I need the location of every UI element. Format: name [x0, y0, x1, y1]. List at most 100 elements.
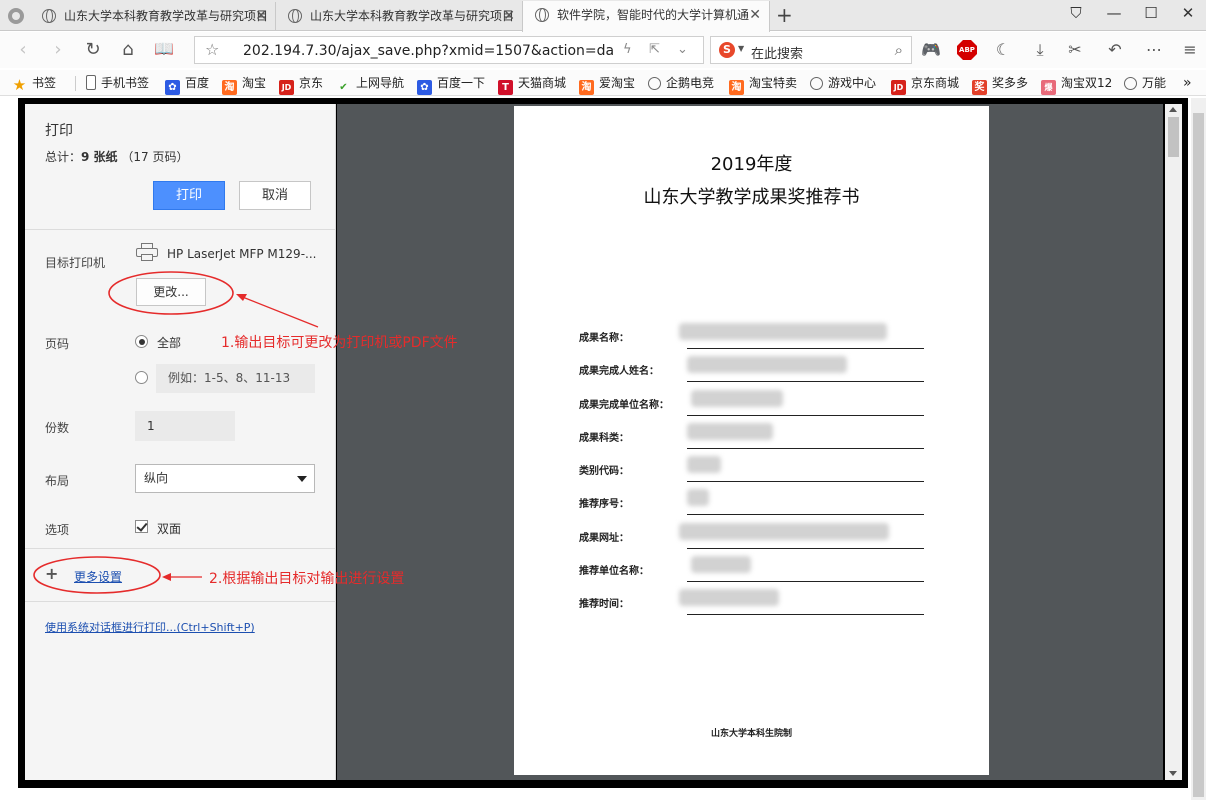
globe-icon: [42, 9, 56, 23]
scroll-thumb[interactable]: [1193, 113, 1204, 797]
bookmark-item[interactable]: 淘淘宝: [222, 74, 266, 95]
menu-icon[interactable]: ≡: [1179, 40, 1201, 59]
taobao-icon: 淘: [222, 80, 237, 95]
adblock-icon[interactable]: ABP: [957, 40, 977, 60]
chevron-down-icon: [297, 476, 307, 482]
share-icon[interactable]: ⇱: [649, 42, 660, 57]
layout-select[interactable]: 纵向: [135, 464, 315, 493]
back-icon[interactable]: ‹: [12, 39, 34, 60]
maximize-icon[interactable]: ☐: [1141, 4, 1161, 22]
preview-scrollbar[interactable]: [1165, 104, 1182, 780]
game-controller-icon[interactable]: 🎮: [920, 40, 942, 59]
page-scrollbar[interactable]: [1191, 98, 1206, 800]
divider: [25, 548, 336, 549]
bookmark-item[interactable]: ✿ 百度: [165, 74, 209, 95]
more-icon[interactable]: ⋯: [1143, 40, 1165, 59]
annotation-note-1: 1.输出目标可更改为打印机或PDF文件: [221, 335, 458, 351]
double12-icon: 爆: [1041, 80, 1056, 95]
bookmark-item[interactable]: 淘爱淘宝: [579, 74, 635, 95]
duplex-label: 双面: [157, 522, 182, 536]
divider: [75, 76, 76, 91]
globe-icon: [810, 77, 823, 90]
close-icon[interactable]: ✕: [255, 2, 267, 31]
more-settings-link[interactable]: 更多设置: [74, 568, 122, 585]
document-title: 山东大学教学成果奖推荐书: [643, 187, 860, 208]
copies-input[interactable]: 1: [135, 411, 235, 441]
minimize-icon[interactable]: —: [1104, 4, 1124, 22]
annotation-note-2: 2.根据输出目标对输出进行设置: [209, 571, 405, 587]
pages-custom-input[interactable]: 例如：1-5、8、11-13: [156, 364, 315, 393]
pages-all-radio[interactable]: [135, 335, 148, 348]
baidu-icon: ✿: [417, 80, 432, 95]
browser-logo-icon[interactable]: [8, 8, 24, 24]
form-field-row: 成果名称：: [579, 323, 924, 349]
redacted-value: [679, 589, 779, 606]
bookmark-item[interactable]: 企鹅电竞: [648, 74, 714, 92]
form-field-row: 成果科类：: [579, 423, 924, 449]
phone-icon: [86, 75, 96, 90]
scroll-down-icon[interactable]: [1169, 771, 1177, 776]
window-close-icon[interactable]: ✕: [1178, 4, 1198, 22]
hao123-icon: ✔: [339, 82, 348, 93]
night-mode-icon[interactable]: ☾: [992, 40, 1014, 59]
flash-icon[interactable]: ϟ: [623, 42, 632, 57]
home-icon[interactable]: ⌂: [117, 39, 139, 60]
form-field-row: 成果网址：: [579, 523, 924, 549]
bookmark-folder[interactable]: ★ 书签: [12, 74, 56, 93]
new-tab-icon[interactable]: +: [776, 3, 793, 27]
close-icon[interactable]: ✕: [503, 2, 515, 31]
bookmark-item[interactable]: T 天猫商城: [498, 74, 566, 95]
redacted-value: [687, 456, 721, 473]
form-field-row: 类别代码：: [579, 456, 924, 482]
bookmark-item[interactable]: 万能: [1124, 74, 1166, 92]
scroll-thumb[interactable]: [1168, 117, 1179, 157]
bookmark-item[interactable]: 淘淘宝特卖: [729, 74, 797, 95]
navigation-bar: ‹ › ↻ ⌂ 📖 ☆ 202.194.7.30/ajax_save.php?x…: [0, 32, 1206, 68]
scissors-icon[interactable]: ✂: [1064, 40, 1086, 59]
search-engine-logo-icon[interactable]: S: [719, 42, 735, 58]
scroll-up-icon[interactable]: [1169, 107, 1177, 112]
document-year: 2019年度: [710, 154, 793, 175]
print-button[interactable]: 打印: [153, 181, 225, 210]
tab-2[interactable]: 山东大学本科教育教学改革与研究项目 ✕: [276, 2, 524, 31]
address-bar[interactable]: ☆ 202.194.7.30/ajax_save.php?xmid=1507&a…: [194, 36, 704, 64]
bookmark-item[interactable]: 爆淘宝双12: [1041, 74, 1112, 95]
reading-icon[interactable]: 📖: [153, 39, 175, 58]
close-icon[interactable]: ✕: [749, 1, 761, 30]
bookmark-item[interactable]: 游戏中心: [810, 74, 876, 92]
cancel-button[interactable]: 取消: [239, 181, 311, 210]
search-input[interactable]: 在此搜索: [751, 43, 803, 62]
pages-custom-radio[interactable]: [135, 371, 148, 384]
redacted-value: [679, 523, 889, 540]
print-settings-panel: 打印 总计：9 张纸 （17 页码） 打印 取消 目标打印机 HP LaserJ…: [25, 104, 336, 780]
taobao-icon: 淘: [729, 80, 744, 95]
download-icon[interactable]: ⤓: [1029, 40, 1051, 60]
bookmark-item[interactable]: ✔ 上网导航: [336, 74, 404, 93]
tab-3-active[interactable]: 软件学院，智能时代的大学计算机通 ✕: [522, 1, 770, 32]
search-icon[interactable]: ⌕: [895, 41, 903, 59]
chevron-down-icon[interactable]: ⌄: [677, 42, 688, 57]
tab-title: 山东大学本科教育教学改革与研究项目: [310, 9, 515, 23]
bookmark-star-icon[interactable]: ☆: [205, 40, 219, 59]
sheet-count: 9 张纸: [81, 150, 118, 164]
change-destination-button[interactable]: 更改...: [136, 278, 206, 306]
plus-icon[interactable]: +: [45, 564, 58, 583]
bookmarks-overflow-icon[interactable]: »: [1183, 74, 1192, 92]
bookmark-item[interactable]: 奖奖多多: [972, 74, 1028, 95]
skin-icon[interactable]: ⛉: [1066, 4, 1086, 22]
search-box[interactable]: S ▼ 在此搜索 ⌕: [710, 36, 912, 64]
forward-icon[interactable]: ›: [47, 39, 69, 60]
url-text[interactable]: 202.194.7.30/ajax_save.php?xmid=1507&act…: [243, 43, 613, 59]
tab-1[interactable]: 山东大学本科教育教学改革与研究项目 ✕: [30, 2, 276, 31]
bookmark-item[interactable]: JD 京东商城: [891, 74, 959, 95]
reload-icon[interactable]: ↻: [82, 39, 104, 60]
redacted-value: [691, 390, 783, 407]
bookmark-item[interactable]: ✿ 百度一下: [417, 74, 485, 95]
undo-icon[interactable]: ↶: [1104, 40, 1126, 59]
bookmark-item[interactable]: 手机书签: [86, 74, 149, 92]
duplex-checkbox[interactable]: [135, 520, 148, 533]
chevron-down-icon[interactable]: ▼: [738, 44, 744, 53]
print-title: 打印: [45, 123, 73, 139]
bookmark-item[interactable]: JD 京东: [279, 74, 323, 95]
system-dialog-link[interactable]: 使用系统对话框进行打印...(Ctrl+Shift+P): [45, 619, 255, 635]
